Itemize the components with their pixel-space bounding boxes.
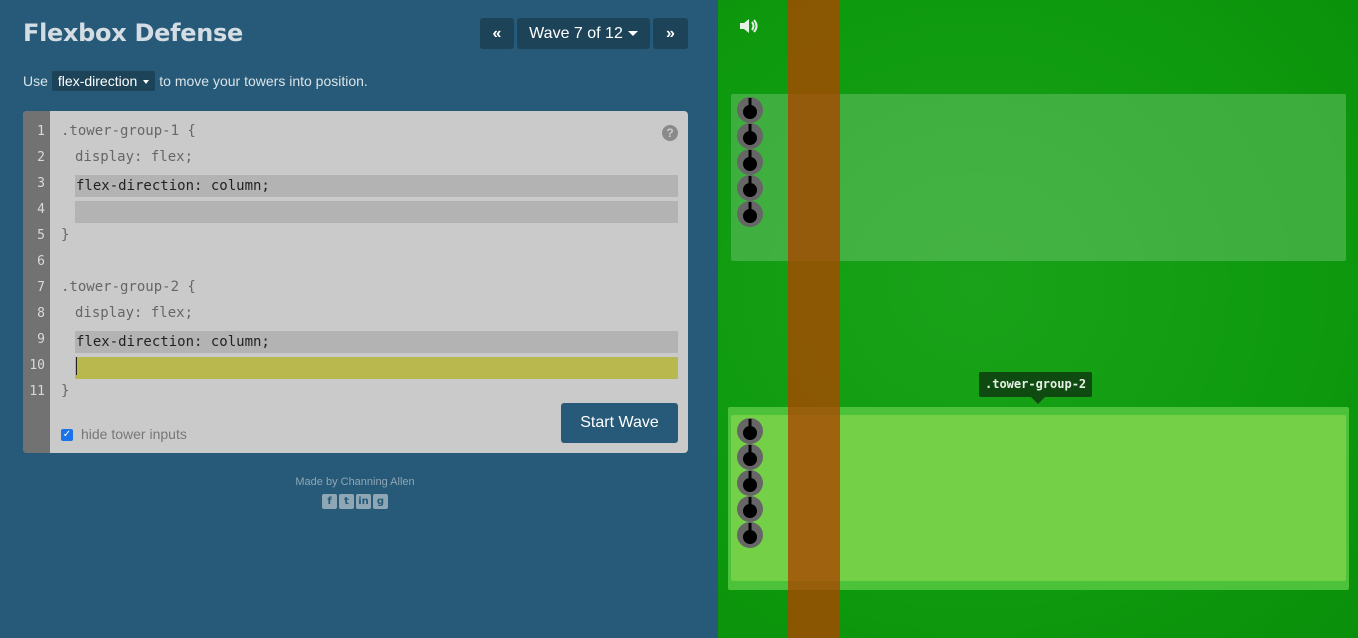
chevron-down-icon: [143, 80, 150, 85]
code-line: }: [61, 227, 70, 243]
text-cursor: [76, 357, 77, 375]
prev-wave-button[interactable]: «: [480, 18, 514, 49]
line-number: 6: [37, 254, 45, 269]
chevron-down-icon: [627, 31, 638, 36]
github-icon[interactable]: g: [373, 494, 388, 509]
twitter-icon[interactable]: t: [339, 494, 354, 509]
property-label: flex-direction: [57, 73, 138, 89]
code-line: .tower-group-1 {: [61, 123, 196, 139]
instructions-suffix: to move your towers into position.: [159, 73, 368, 89]
tower-icon: [737, 201, 763, 227]
code-line: display: flex;: [75, 149, 194, 165]
line-number: 1: [37, 124, 45, 139]
line-number: 4: [37, 202, 45, 217]
tower-icon: [737, 522, 763, 548]
tooltip-arrow: [1031, 397, 1045, 404]
tower-icon: [737, 470, 763, 496]
hide-inputs-label: hide tower inputs: [81, 426, 187, 442]
facebook-icon[interactable]: f: [322, 494, 337, 509]
tower-icon: [737, 418, 763, 444]
sound-icon[interactable]: [738, 17, 760, 35]
tower-group-tooltip: .tower-group-2: [979, 372, 1093, 397]
tower-group-2-input[interactable]: flex-direction: column;: [75, 331, 678, 353]
hide-inputs-checkbox[interactable]: ✓: [61, 429, 73, 441]
tower-group-2-input-active[interactable]: [75, 357, 678, 379]
code-line: .tower-group-2 {: [61, 279, 196, 295]
start-wave-button[interactable]: Start Wave: [561, 403, 678, 443]
line-number: 7: [37, 280, 45, 295]
property-select[interactable]: flex-direction: [51, 71, 156, 91]
social-links: f t in g: [322, 494, 388, 509]
code-line: }: [61, 383, 70, 399]
line-number: 2: [37, 150, 45, 165]
line-number: 11: [29, 384, 45, 399]
editor-panel: Flexbox Defense « Wave 7 of 12 » Use fle…: [0, 0, 718, 638]
line-number: 9: [37, 332, 45, 347]
next-wave-button[interactable]: »: [653, 18, 688, 49]
linkedin-icon[interactable]: in: [356, 494, 371, 509]
tower-icon: [737, 444, 763, 470]
line-gutter: 1 2 3 4 5 6 7 8 9 10 11: [23, 111, 50, 453]
tower-icon: [737, 97, 763, 123]
instructions-prefix: Use: [23, 73, 48, 89]
page-title: Flexbox Defense: [23, 19, 243, 47]
enemy-path: [788, 0, 840, 638]
credit-text: Made by Channing Allen: [295, 476, 415, 488]
tower-group-1-input[interactable]: flex-direction: column;: [75, 175, 678, 197]
game-board: .tower-group-2: [718, 0, 1358, 638]
tower-icon: [737, 123, 763, 149]
wave-select[interactable]: Wave 7 of 12: [517, 18, 650, 49]
line-number: 5: [37, 228, 45, 243]
help-icon[interactable]: ?: [662, 125, 678, 141]
code-editor: 1 2 3 4 5 6 7 8 9 10 11 ? .tower-group-1…: [23, 111, 688, 453]
line-number: 8: [37, 306, 45, 321]
line-number: 3: [37, 176, 45, 191]
line-number: 10: [29, 358, 45, 373]
tower-icon: [737, 496, 763, 522]
code-line: display: flex;: [75, 305, 194, 321]
wave-label: Wave 7 of 12: [529, 24, 623, 42]
instructions: Use flex-direction to move your towers i…: [23, 71, 368, 91]
tower-group-1-input-2[interactable]: [75, 201, 678, 223]
tower-icon: [737, 149, 763, 175]
tower-icon: [737, 175, 763, 201]
